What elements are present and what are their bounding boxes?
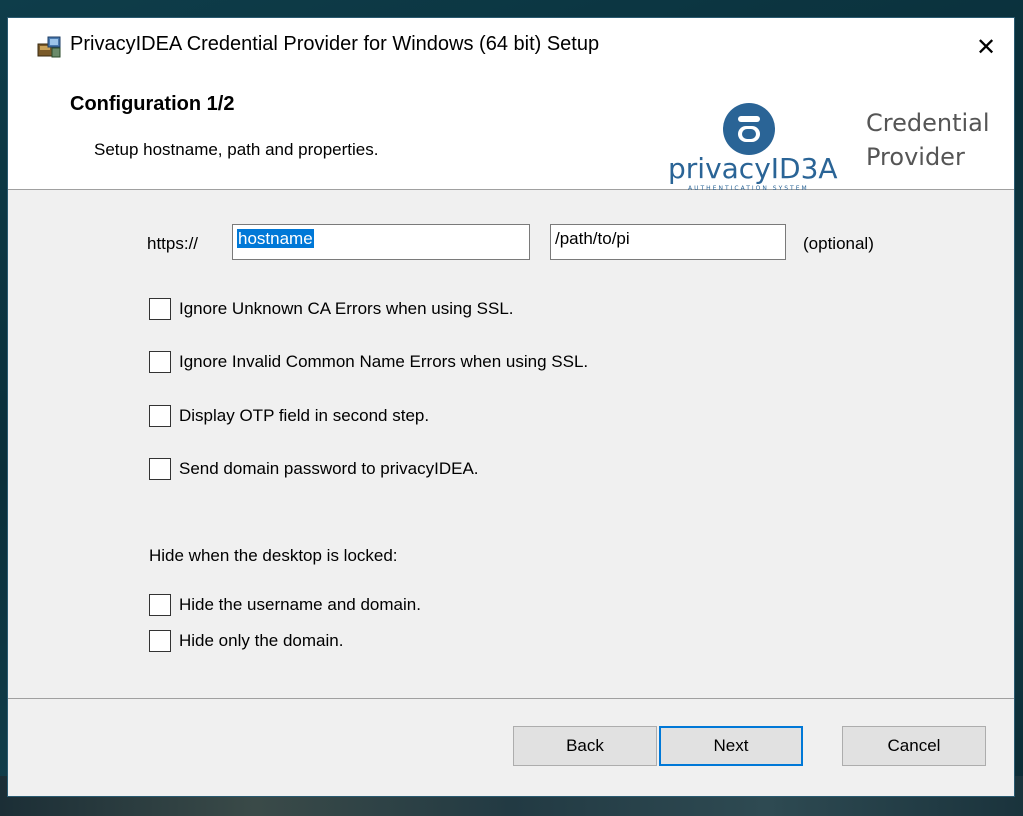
close-button[interactable]: ✕ [958,18,1014,76]
path-value: /path/to/pi [555,229,630,248]
display-otp-second-step-label[interactable]: Display OTP field in second step. [179,406,429,426]
hostname-value: hostname [237,229,314,248]
path-input[interactable]: /path/to/pi [550,224,786,260]
hostname-input[interactable]: hostname [232,224,530,260]
hide-domain-only-checkbox[interactable] [149,630,171,652]
page-subtitle: Setup hostname, path and properties. [94,140,379,159]
setup-window: PrivacyIDEA Credential Provider for Wind… [7,17,1015,797]
display-otp-second-step-checkbox[interactable] [149,405,171,427]
product-name: Credential Provider [866,106,990,174]
hide-section-label: Hide when the desktop is locked: [149,546,398,565]
ignore-invalid-cn-checkbox[interactable] [149,351,171,373]
hide-username-domain-checkbox[interactable] [149,594,171,616]
scheme-label: https:// [147,234,199,253]
ignore-unknown-ca-checkbox[interactable] [149,298,171,320]
footer-divider [8,698,1014,699]
privacyidea-logo: privacyID3A AUTHENTICATION SYSTEM [668,103,838,192]
logo-wordmark: privacyID3A [668,152,838,185]
product-name-line1: Credential [866,109,990,137]
page-title: Configuration 1/2 [70,93,235,115]
send-domain-password-checkbox[interactable] [149,458,171,480]
hide-domain-only-label[interactable]: Hide only the domain. [179,631,343,651]
ignore-invalid-cn-label[interactable]: Ignore Invalid Common Name Errors when u… [179,352,588,372]
logo-tagline: AUTHENTICATION SYSTEM [688,185,809,192]
cancel-button[interactable]: Cancel [842,726,986,766]
product-name-line2: Provider [866,143,965,171]
send-domain-password-label[interactable]: Send domain password to privacyIDEA. [179,459,479,479]
hide-username-domain-label[interactable]: Hide the username and domain. [179,595,421,615]
ignore-unknown-ca-label[interactable]: Ignore Unknown CA Errors when using SSL. [179,299,514,319]
title-bar: PrivacyIDEA Credential Provider for Wind… [8,18,1014,76]
installer-icon [37,36,61,58]
window-title: PrivacyIDEA Credential Provider for Wind… [70,33,600,55]
header-banner: Configuration 1/2 Setup hostname, path a… [8,76,1014,192]
optional-label: (optional) [803,234,874,253]
back-button[interactable]: Back [513,726,657,766]
next-button[interactable]: Next [659,726,803,766]
close-icon: ✕ [975,33,997,61]
